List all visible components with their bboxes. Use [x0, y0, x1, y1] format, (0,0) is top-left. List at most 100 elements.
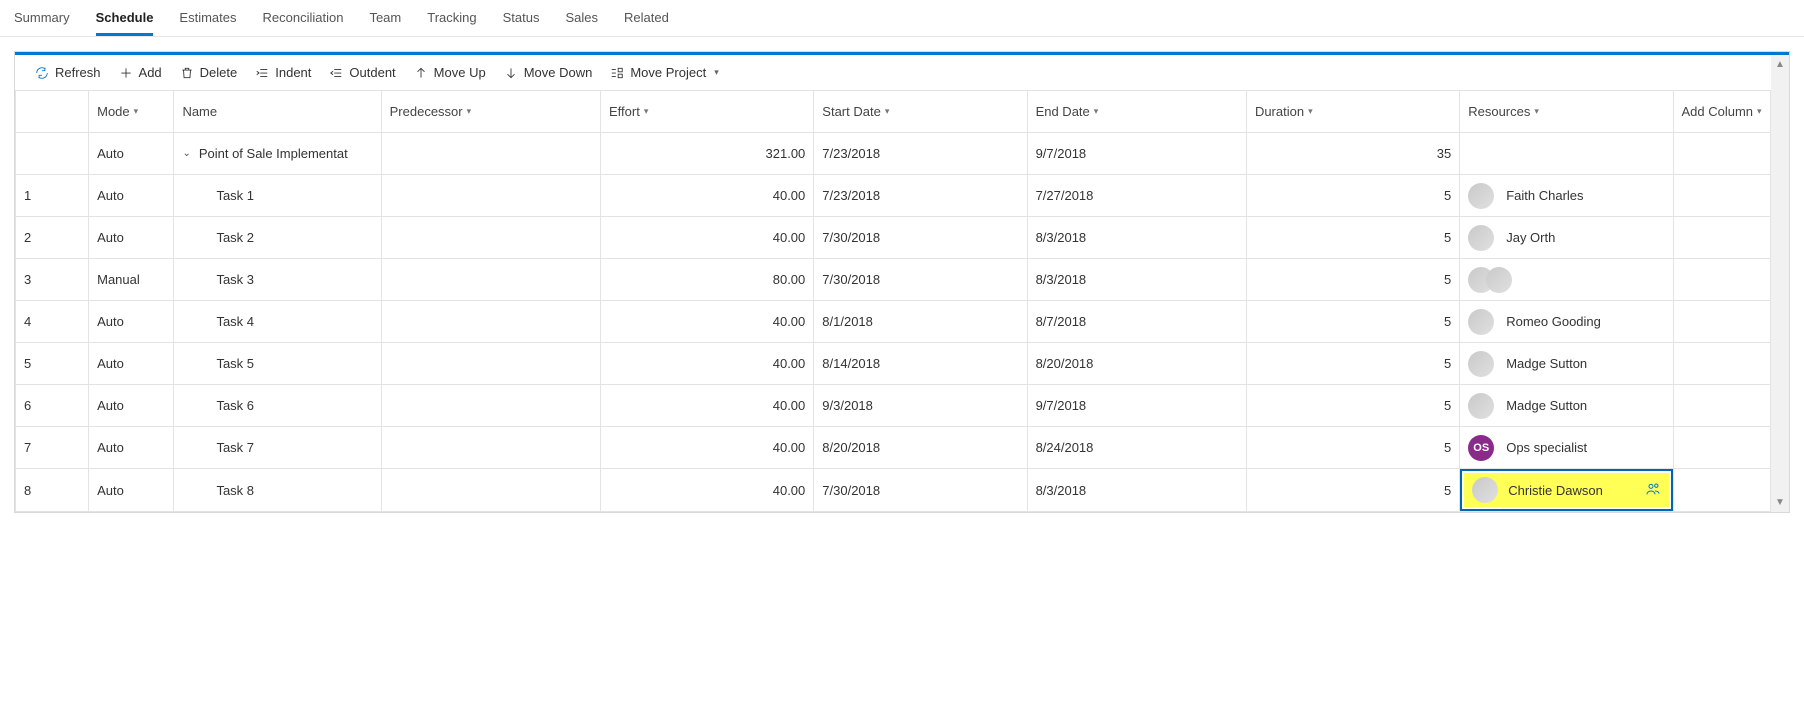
cell-add[interactable] — [1673, 343, 1771, 385]
cell-end[interactable]: 8/3/2018 — [1027, 217, 1246, 259]
cell-duration[interactable]: 5 — [1246, 343, 1459, 385]
table-row[interactable]: 6AutoTask 640.009/3/20189/7/20185Madge S… — [16, 385, 1771, 427]
cell-mode[interactable]: Auto — [89, 217, 174, 259]
cell-effort[interactable]: 80.00 — [601, 259, 814, 301]
vertical-scrollbar[interactable]: ▲ ▼ — [1771, 55, 1789, 512]
cell-end[interactable]: 8/7/2018 — [1027, 301, 1246, 343]
cell-effort[interactable]: 40.00 — [601, 343, 814, 385]
cell-name[interactable]: Task 7 — [174, 427, 381, 469]
cell-resources[interactable]: Romeo Gooding — [1460, 301, 1673, 343]
cell-name[interactable]: Task 5 — [174, 343, 381, 385]
header-end[interactable]: End Date▾ — [1027, 91, 1246, 133]
cell-mode[interactable]: Auto — [89, 427, 174, 469]
cell-mode[interactable]: Auto — [89, 133, 174, 175]
cell-duration[interactable]: 35 — [1246, 133, 1459, 175]
tab-status[interactable]: Status — [503, 0, 540, 36]
cell-effort[interactable]: 40.00 — [601, 175, 814, 217]
cell-start[interactable]: 7/23/2018 — [814, 133, 1027, 175]
cell-predecessor[interactable] — [381, 133, 600, 175]
table-row[interactable]: 2AutoTask 240.007/30/20188/3/20185Jay Or… — [16, 217, 1771, 259]
cell-mode[interactable]: Auto — [89, 175, 174, 217]
scroll-down-icon[interactable]: ▼ — [1775, 497, 1785, 508]
table-row[interactable]: 5AutoTask 540.008/14/20188/20/20185Madge… — [16, 343, 1771, 385]
table-row[interactable]: 3ManualTask 380.007/30/20188/3/20185 — [16, 259, 1771, 301]
move-project-button[interactable]: Move Project ▾ — [610, 65, 718, 80]
cell-name[interactable]: Task 8 — [174, 469, 381, 512]
cell-predecessor[interactable] — [381, 427, 600, 469]
cell-duration[interactable]: 5 — [1246, 175, 1459, 217]
cell-duration[interactable]: 5 — [1246, 301, 1459, 343]
cell-duration[interactable]: 5 — [1246, 469, 1459, 512]
cell-effort[interactable]: 321.00 — [601, 133, 814, 175]
cell-end[interactable]: 8/3/2018 — [1027, 469, 1246, 512]
cell-resources[interactable]: Christie Dawson — [1460, 469, 1673, 512]
table-row[interactable]: 1AutoTask 140.007/23/20187/27/20185Faith… — [16, 175, 1771, 217]
cell-resources[interactable]: Madge Sutton — [1460, 343, 1673, 385]
cell-add[interactable] — [1673, 133, 1771, 175]
resource-cell[interactable]: Jay Orth — [1468, 217, 1664, 258]
cell-predecessor[interactable] — [381, 301, 600, 343]
cell-add[interactable] — [1673, 469, 1771, 512]
header-mode[interactable]: Mode▾ — [89, 91, 174, 133]
header-resources[interactable]: Resources▾ — [1460, 91, 1673, 133]
cell-resources[interactable]: Faith Charles — [1460, 175, 1673, 217]
cell-predecessor[interactable] — [381, 175, 600, 217]
cell-predecessor[interactable] — [381, 469, 600, 512]
cell-resources[interactable]: Jay Orth — [1460, 217, 1673, 259]
table-row[interactable]: 4AutoTask 440.008/1/20188/7/20185Romeo G… — [16, 301, 1771, 343]
cell-end[interactable]: 8/20/2018 — [1027, 343, 1246, 385]
tab-schedule[interactable]: Schedule — [96, 0, 154, 36]
cell-duration[interactable]: 5 — [1246, 385, 1459, 427]
tab-estimates[interactable]: Estimates — [179, 0, 236, 36]
chevron-down-icon[interactable]: ⌄ — [182, 148, 190, 159]
tab-team[interactable]: Team — [369, 0, 401, 36]
cell-name[interactable]: ⌄Point of Sale Implementat — [174, 133, 381, 175]
cell-effort[interactable]: 40.00 — [601, 301, 814, 343]
resource-cell[interactable]: OSOps specialist — [1468, 427, 1664, 468]
table-row[interactable]: 7AutoTask 740.008/20/20188/24/20185OSOps… — [16, 427, 1771, 469]
cell-end[interactable]: 8/24/2018 — [1027, 427, 1246, 469]
cell-end[interactable]: 7/27/2018 — [1027, 175, 1246, 217]
cell-start[interactable]: 7/30/2018 — [814, 469, 1027, 512]
refresh-button[interactable]: Refresh — [35, 65, 101, 80]
tab-related[interactable]: Related — [624, 0, 669, 36]
cell-add[interactable] — [1673, 259, 1771, 301]
cell-effort[interactable]: 40.00 — [601, 385, 814, 427]
cell-add[interactable] — [1673, 217, 1771, 259]
people-picker-icon[interactable] — [1645, 481, 1661, 500]
tab-sales[interactable]: Sales — [565, 0, 598, 36]
resource-cell[interactable]: Faith Charles — [1468, 175, 1664, 216]
outdent-button[interactable]: Outdent — [329, 65, 395, 80]
cell-duration[interactable]: 5 — [1246, 259, 1459, 301]
add-button[interactable]: Add — [119, 65, 162, 80]
tab-reconciliation[interactable]: Reconciliation — [263, 0, 344, 36]
cell-name[interactable]: Task 2 — [174, 217, 381, 259]
table-row[interactable]: 8AutoTask 840.007/30/20188/3/20185Christ… — [16, 469, 1771, 512]
header-effort[interactable]: Effort▾ — [601, 91, 814, 133]
cell-predecessor[interactable] — [381, 385, 600, 427]
cell-predecessor[interactable] — [381, 259, 600, 301]
cell-add[interactable] — [1673, 301, 1771, 343]
header-name[interactable]: Name — [174, 91, 381, 133]
cell-add[interactable] — [1673, 385, 1771, 427]
cell-effort[interactable]: 40.00 — [601, 217, 814, 259]
resource-cell[interactable]: Romeo Gooding — [1468, 301, 1664, 342]
header-rownum[interactable] — [16, 91, 89, 133]
header-duration[interactable]: Duration▾ — [1246, 91, 1459, 133]
cell-add[interactable] — [1673, 175, 1771, 217]
scroll-up-icon[interactable]: ▲ — [1775, 59, 1785, 70]
cell-end[interactable]: 9/7/2018 — [1027, 385, 1246, 427]
header-add-column[interactable]: Add Column▾ — [1673, 91, 1771, 133]
cell-predecessor[interactable] — [381, 217, 600, 259]
cell-name[interactable]: Task 6 — [174, 385, 381, 427]
header-predecessor[interactable]: Predecessor▾ — [381, 91, 600, 133]
cell-duration[interactable]: 5 — [1246, 217, 1459, 259]
resource-cell[interactable] — [1468, 259, 1664, 300]
cell-mode[interactable]: Auto — [89, 385, 174, 427]
tab-summary[interactable]: Summary — [14, 0, 70, 36]
cell-mode[interactable]: Auto — [89, 469, 174, 512]
tab-tracking[interactable]: Tracking — [427, 0, 476, 36]
cell-mode[interactable]: Auto — [89, 343, 174, 385]
cell-start[interactable]: 7/30/2018 — [814, 217, 1027, 259]
cell-name[interactable]: Task 3 — [174, 259, 381, 301]
